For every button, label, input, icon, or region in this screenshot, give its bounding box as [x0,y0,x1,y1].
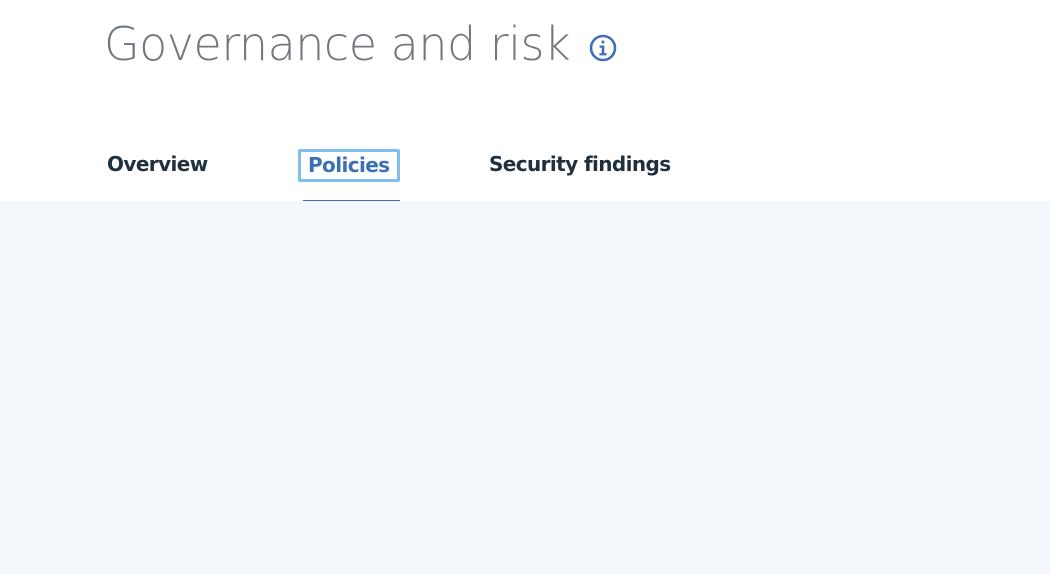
tab-overview[interactable]: Overview [107,140,217,202]
content-area [0,201,1050,574]
page: Governance and risk Overview Policies Se… [0,0,1050,574]
page-title: Governance and risk [104,17,571,71]
tab-policies[interactable]: Policies [298,140,406,203]
page-header: Governance and risk Overview Policies Se… [0,0,1050,203]
tab-security-findings-label: Security findings [489,152,671,176]
info-icon[interactable] [588,33,618,63]
tab-policies-label: Policies [298,149,400,182]
tab-overview-label: Overview [107,152,208,176]
title-row: Governance and risk [104,12,618,76]
tab-security-findings[interactable]: Security findings [489,140,689,202]
tab-bar: Overview Policies Security findings [0,140,1050,203]
